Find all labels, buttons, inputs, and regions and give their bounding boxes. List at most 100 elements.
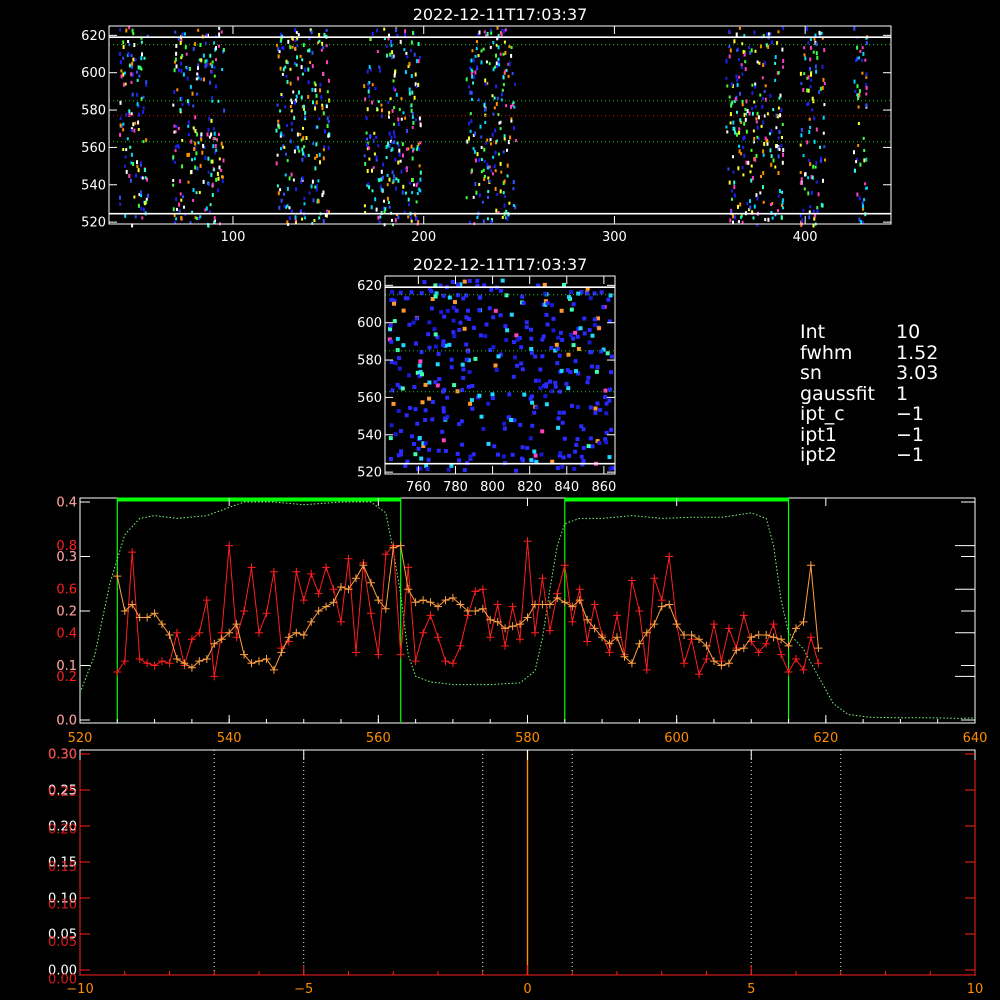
image-pixel bbox=[187, 180, 190, 184]
orange-series-marker bbox=[262, 655, 271, 663]
image-pixel bbox=[529, 336, 534, 341]
image-pixel bbox=[861, 46, 864, 50]
image-pixel bbox=[567, 295, 571, 300]
param-value: −1 bbox=[896, 423, 925, 446]
image-pixel bbox=[406, 55, 409, 59]
image-pixel bbox=[778, 96, 781, 100]
image-pixel bbox=[202, 53, 205, 58]
image-pixel bbox=[196, 72, 199, 76]
image-pixel bbox=[280, 147, 282, 151]
image-pixel bbox=[398, 107, 401, 111]
image-pixel bbox=[122, 148, 125, 151]
image-pixel bbox=[125, 148, 128, 152]
image-pixel bbox=[809, 162, 812, 167]
image-pixel bbox=[178, 68, 180, 73]
image-pixel bbox=[574, 442, 579, 447]
image-pixel bbox=[136, 92, 139, 97]
image-pixel bbox=[739, 118, 742, 123]
y-tick-label-secondary: 0.25 bbox=[48, 785, 77, 800]
image-pixel bbox=[494, 169, 497, 173]
image-pixel bbox=[414, 341, 418, 346]
image-pixel bbox=[410, 49, 413, 53]
image-pixel bbox=[556, 425, 561, 430]
image-pixel bbox=[202, 143, 205, 148]
figure-canvas: 100 200 300 4005205405605806006202022-12-11… bbox=[48, 5, 987, 997]
image-pixel bbox=[385, 156, 388, 160]
image-pixel bbox=[449, 365, 454, 370]
image-pixel bbox=[818, 90, 821, 95]
image-pixel bbox=[393, 106, 396, 110]
image-pixel bbox=[502, 52, 505, 56]
image-pixel bbox=[464, 342, 469, 347]
orange-series-marker bbox=[158, 620, 166, 629]
image-pixel bbox=[810, 190, 813, 195]
image-pixel bbox=[303, 202, 306, 206]
image-pixel bbox=[433, 344, 438, 349]
image-pixel bbox=[325, 105, 328, 109]
image-pixel bbox=[475, 190, 478, 195]
image-pixel bbox=[473, 356, 478, 361]
image-pixel bbox=[447, 295, 452, 300]
image-pixel bbox=[507, 392, 512, 397]
y-tick-label-overplot: 0.3 bbox=[56, 550, 77, 565]
image-pixel bbox=[322, 219, 325, 224]
image-pixel bbox=[462, 326, 467, 331]
image-pixel bbox=[139, 190, 142, 195]
image-pixel bbox=[480, 135, 483, 139]
image-pixel bbox=[387, 201, 390, 204]
image-pixel bbox=[417, 42, 420, 46]
image-pixel bbox=[451, 318, 456, 323]
image-pixel bbox=[472, 147, 475, 151]
y-tick-label: 560 bbox=[81, 141, 106, 156]
red-series-marker bbox=[225, 541, 234, 550]
param-name: Int bbox=[800, 321, 826, 343]
x-tick-label: 400 bbox=[793, 230, 818, 245]
image-pixel bbox=[466, 139, 469, 144]
image-pixel bbox=[725, 125, 728, 129]
image-pixel bbox=[125, 112, 128, 117]
image-pixel bbox=[540, 429, 545, 434]
image-pixel bbox=[821, 85, 824, 90]
image-pixel bbox=[414, 72, 417, 77]
image-pixel bbox=[183, 32, 186, 36]
image-pixel bbox=[487, 176, 490, 180]
image-pixel bbox=[175, 217, 178, 221]
image-pixel bbox=[280, 131, 283, 136]
x-tick-label: 860 bbox=[591, 480, 616, 495]
orange-series-marker bbox=[277, 648, 286, 657]
image-pixel bbox=[130, 152, 133, 157]
image-pixel bbox=[322, 148, 325, 152]
image-pixel bbox=[471, 49, 474, 53]
image-pixel bbox=[776, 114, 779, 119]
image-pixel bbox=[769, 148, 772, 153]
orange-series-marker bbox=[732, 646, 741, 655]
image-pixel bbox=[172, 207, 175, 212]
image-pixel bbox=[419, 123, 422, 128]
image-pixel bbox=[187, 124, 190, 128]
orange-series-marker bbox=[165, 631, 174, 639]
red-series-marker bbox=[538, 574, 547, 583]
image-pixel bbox=[484, 78, 487, 83]
image-pixel bbox=[301, 176, 304, 181]
image-pixel bbox=[823, 48, 826, 53]
image-pixel bbox=[216, 171, 219, 176]
image-pixel bbox=[480, 170, 483, 174]
image-pixel bbox=[300, 209, 303, 213]
image-pixel bbox=[408, 203, 411, 207]
image-pixel bbox=[197, 63, 200, 67]
image-pixel bbox=[760, 175, 762, 178]
image-pixel bbox=[301, 157, 304, 162]
image-pixel bbox=[276, 184, 279, 188]
orange-series-marker bbox=[202, 655, 211, 663]
image-pixel bbox=[277, 191, 280, 196]
image-pixel bbox=[750, 178, 753, 183]
image-pixel bbox=[398, 148, 401, 153]
image-pixel bbox=[130, 178, 132, 183]
image-pixel bbox=[455, 451, 460, 456]
image-pixel bbox=[460, 362, 465, 367]
image-pixel bbox=[821, 203, 824, 208]
image-pixel bbox=[479, 124, 482, 129]
image-pixel bbox=[779, 189, 781, 193]
image-pixel bbox=[597, 441, 602, 445]
red-series-marker bbox=[262, 609, 271, 618]
